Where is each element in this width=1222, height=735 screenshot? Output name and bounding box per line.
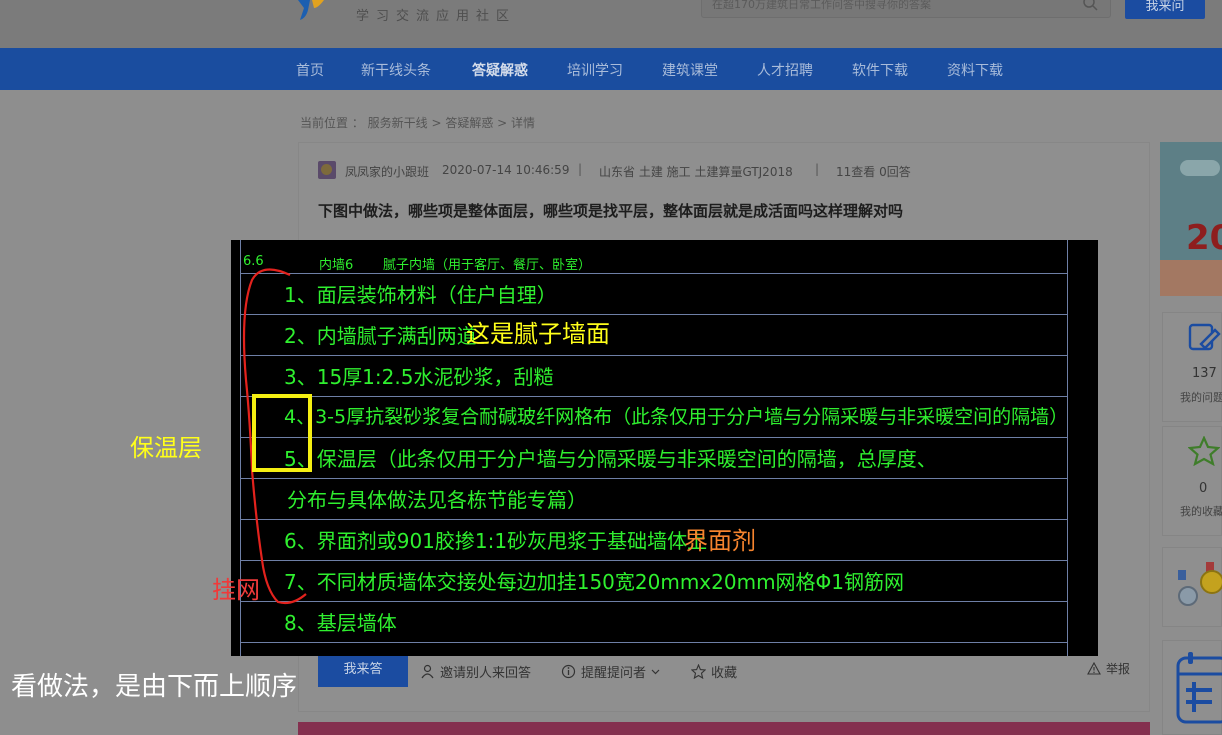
meta-divider: |: [815, 162, 820, 176]
cad-row-6: 6、界面剂或901胶掺1:1砂灰甩浆于基础墙体上: [284, 529, 708, 553]
star-icon: [1188, 436, 1220, 466]
avatar[interactable]: [318, 161, 336, 179]
cad-drawing-image: 6.6 内墙6 腻子内墙（用于客厅、餐厅、卧室） 1、面层装饰材料（住户自理） …: [231, 240, 1098, 656]
highlight-box: [252, 394, 312, 472]
cad-rule: [240, 601, 1068, 602]
invite-answer-button[interactable]: 邀请别人来回答: [420, 662, 531, 681]
main-nav: 首页 新干线头条 答疑解惑 培训学习 建筑课堂 人才招聘 软件下载 资料下载: [0, 48, 1222, 90]
insulation-annotation: 保温层: [130, 434, 202, 462]
cad-rule: [240, 396, 1068, 397]
questions-count: 137: [1192, 366, 1217, 381]
nav-item-software[interactable]: 软件下载: [852, 60, 908, 80]
promo-banner[interactable]: 20: [1160, 142, 1222, 296]
author-name[interactable]: 凤凤家的小跟班: [345, 163, 429, 180]
calendar-icon: [1176, 652, 1222, 724]
favorite-button[interactable]: 收藏: [691, 662, 737, 681]
nav-item-home[interactable]: 首页: [296, 60, 324, 80]
search-input[interactable]: 在超170万建筑日常工作问答中搜寻你的答案: [701, 0, 1111, 18]
cad-row-7: 7、不同材质墙体交接处每边加挂150宽20mmx20mm网格Φ1钢筋网: [284, 570, 905, 594]
cad-header-desc: 腻子内墙（用于客厅、餐厅、卧室）: [383, 258, 592, 273]
cad-row-3: 3、15厚1:2.5水泥砂浆，刮糙: [284, 365, 554, 389]
cad-rule: [240, 355, 1068, 356]
favorites-count: 0: [1199, 481, 1208, 496]
search-placeholder: 在超170万建筑日常工作问答中搜寻你的答案: [712, 0, 931, 11]
bottom-ad-banner[interactable]: [298, 722, 1150, 735]
info-icon: [561, 664, 576, 679]
cad-row-1: 1、面层装饰材料（住户自理）: [284, 283, 557, 307]
favorites-label: 我的收藏: [1180, 505, 1222, 518]
person-icon: [421, 664, 434, 679]
report-label: 举报: [1106, 662, 1131, 676]
cad-row-8: 8、基层墙体: [284, 611, 397, 635]
post-datetime: 2020-07-14 10:46:59: [442, 163, 570, 177]
cloud-shape: [1180, 160, 1220, 176]
question-title: 下图中做法，哪些项是整体面层，哪些项是找平层，整体面层就是成活面吗这样理解对吗: [318, 202, 904, 220]
search-icon[interactable]: [1082, 0, 1098, 11]
cad-rule: [240, 437, 1068, 438]
cad-rule: [240, 478, 1068, 479]
cad-rule: [240, 560, 1068, 561]
nav-item-headlines[interactable]: 新干线头条: [361, 60, 431, 80]
mesh-annotation: 挂网: [212, 576, 260, 604]
logo-subtitle: 学习交流应用社区: [356, 9, 517, 24]
nav-item-training[interactable]: 培训学习: [567, 60, 623, 80]
cad-header-code: 6.6: [243, 254, 264, 269]
edit-note-icon: [1188, 323, 1221, 351]
remind-asker-button[interactable]: 提醒提问者: [561, 662, 660, 681]
cad-row-5-cont: 分布与具体做法见各栋节能专篇）: [287, 488, 587, 512]
logo-icon[interactable]: [296, 0, 326, 20]
interface-annotation: 界面剂: [684, 527, 756, 555]
banner-text: 20: [1186, 218, 1222, 258]
remind-label: 提醒提问者: [581, 666, 647, 681]
invite-label: 邀请别人来回答: [440, 666, 532, 681]
banner-ground: [1160, 260, 1222, 296]
nav-item-qa[interactable]: 答疑解惑: [472, 60, 528, 80]
cad-header-name: 内墙6: [319, 258, 354, 273]
cad-row-4: 4、3-5厚抗裂砂浆复合耐碱玻纤网格布（此条仅用于分户墙与分隔采暖与非采暖空间的…: [284, 406, 1069, 428]
cad-border: [1067, 240, 1068, 656]
warning-icon: [1087, 662, 1101, 675]
putty-annotation: 这是腻子墙面: [466, 320, 610, 348]
cad-row-2: 2、内墙腻子满刮两道: [284, 324, 477, 348]
ask-question-button[interactable]: 我来问: [1125, 0, 1205, 19]
cad-rule: [240, 273, 1068, 274]
breadcrumb: 当前位置 ： 服务新干线 > 答疑解惑 > 详情: [300, 116, 535, 130]
star-icon: [691, 664, 706, 679]
cad-row-5: 5、保温层（此条仅用于分户墙与分隔采暖与非采暖空间的隔墙，总厚度、: [284, 447, 937, 471]
question-stats: 11查看 0回答: [836, 165, 911, 179]
answer-button[interactable]: 我来答: [318, 655, 408, 687]
report-button[interactable]: 举报: [1087, 660, 1130, 677]
chevron-down-icon: [651, 669, 660, 675]
questions-label: 我的问题: [1180, 391, 1222, 404]
cad-rule: [240, 314, 1068, 315]
meta-divider: |: [578, 162, 583, 176]
order-annotation: 看做法，是由下而上顺序: [11, 672, 298, 702]
cad-rule: [240, 642, 1068, 643]
nav-item-classroom[interactable]: 建筑课堂: [662, 60, 718, 80]
top-header: 学习交流应用社区 在超170万建筑日常工作问答中搜寻你的答案 我来问: [0, 0, 1222, 48]
question-tags: 山东省 土建 施工 土建算量GTJ2018: [599, 165, 793, 179]
cad-rule: [240, 519, 1068, 520]
favorite-label: 收藏: [711, 666, 738, 681]
nav-item-jobs[interactable]: 人才招聘: [757, 60, 813, 80]
medal-icon: [1178, 562, 1222, 606]
nav-item-resources[interactable]: 资料下载: [947, 60, 1003, 80]
